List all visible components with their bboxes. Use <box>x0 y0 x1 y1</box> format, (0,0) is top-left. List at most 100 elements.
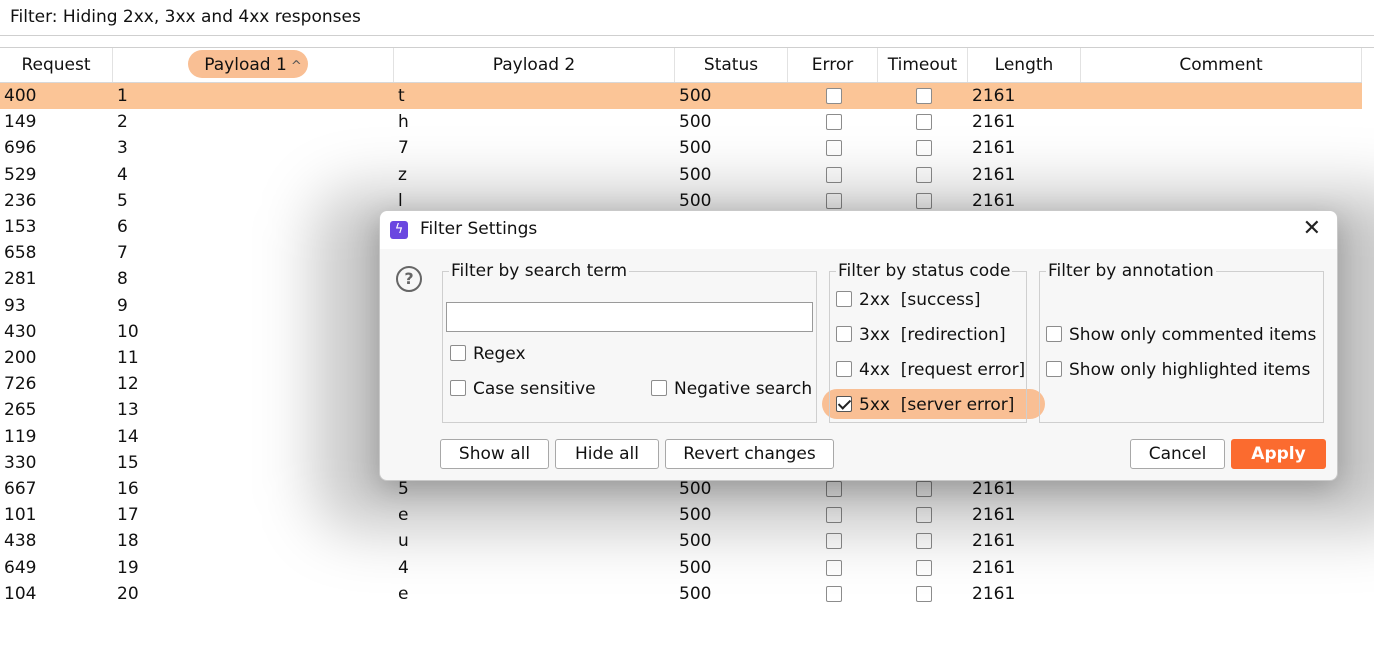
table-row[interactable]: 649 19 4 500 2161 <box>0 555 1362 581</box>
column-header-status[interactable]: Status <box>675 48 788 82</box>
column-header-comment[interactable]: Comment <box>1081 48 1362 82</box>
status-4xx-checkbox[interactable]: 4xx [request error] <box>836 360 1025 380</box>
checkbox-box[interactable] <box>651 380 667 396</box>
column-header-label: Status <box>703 55 759 75</box>
payload-2-cell: z <box>398 165 407 185</box>
negative-search-checkbox[interactable]: Negative search <box>651 379 812 399</box>
request-cell: 438 <box>4 531 37 551</box>
request-cell: 200 <box>4 348 37 368</box>
error-checkbox <box>826 88 842 104</box>
payload-2-cell: u <box>398 531 409 551</box>
request-cell: 400 <box>4 86 37 106</box>
table-row[interactable]: 438 18 u 500 2161 <box>0 528 1362 554</box>
search-term-legend: Filter by search term <box>449 261 630 281</box>
regex-checkbox[interactable]: Regex <box>450 344 526 364</box>
checkbox-box[interactable] <box>836 291 852 307</box>
filter-bar[interactable]: Filter: Hiding 2xx, 3xx and 4xx response… <box>0 0 1374 36</box>
table-row[interactable]: 104 20 e 500 2161 <box>0 581 1362 607</box>
request-cell: 529 <box>4 165 37 185</box>
payload-2-cell: 7 <box>398 138 409 158</box>
revert-changes-button[interactable]: Revert changes <box>665 439 834 469</box>
dialog-title: Filter Settings <box>420 219 538 239</box>
column-header-length[interactable]: Length <box>968 48 1081 82</box>
length-cell: 2161 <box>972 584 1016 604</box>
payload-1-cell: 5 <box>117 191 128 211</box>
error-checkbox <box>826 114 842 130</box>
checkbox-box[interactable] <box>450 380 466 396</box>
show-all-button[interactable]: Show all <box>440 439 549 469</box>
request-cell: 93 <box>4 296 26 316</box>
request-cell: 330 <box>4 453 37 473</box>
checkbox-box[interactable] <box>836 361 852 377</box>
request-cell: 649 <box>4 558 37 578</box>
payload-1-cell: 20 <box>117 584 139 604</box>
checkbox-box[interactable] <box>1046 361 1062 377</box>
payload-1-cell: 14 <box>117 427 139 447</box>
table-row[interactable]: 529 4 z 500 2161 <box>0 162 1362 188</box>
table-row[interactable]: 696 3 7 500 2161 <box>0 135 1362 161</box>
timeout-checkbox <box>916 140 932 156</box>
negative-search-label: Negative search <box>674 379 813 399</box>
column-header-label: Error <box>811 55 854 75</box>
timeout-checkbox <box>916 586 932 602</box>
payload-1-cell: 10 <box>117 322 139 342</box>
payload-1-cell: 12 <box>117 374 139 394</box>
status-cell: 500 <box>679 584 712 604</box>
payload-1-cell: 8 <box>117 269 128 289</box>
column-header-request[interactable]: Request <box>0 48 113 82</box>
column-header-payload-1[interactable]: Payload 1 ^ <box>113 48 394 82</box>
payload-1-cell: 13 <box>117 400 139 420</box>
checkbox-box[interactable] <box>836 396 852 412</box>
column-header-label: Comment <box>1179 55 1263 75</box>
length-cell: 2161 <box>972 86 1016 106</box>
checkbox-box[interactable] <box>450 345 466 361</box>
apply-button[interactable]: Apply <box>1231 439 1326 469</box>
column-header-payload-2[interactable]: Payload 2 <box>394 48 675 82</box>
payload-1-cell: 4 <box>117 165 128 185</box>
request-cell: 281 <box>4 269 37 289</box>
request-cell: 149 <box>4 112 37 132</box>
payload-1-cell: 11 <box>117 348 139 368</box>
highlighted-items-checkbox[interactable]: Show only highlighted items <box>1046 360 1310 380</box>
caret-up-icon: ^ <box>290 59 302 74</box>
request-cell: 119 <box>4 427 37 447</box>
status-code-legend: Filter by status code <box>836 261 1013 281</box>
search-term-input[interactable] <box>446 302 813 332</box>
case-sensitive-checkbox[interactable]: Case sensitive <box>450 379 596 399</box>
close-icon[interactable]: ✕ <box>1303 216 1321 241</box>
column-header-label: Payload 2 <box>492 55 576 75</box>
payload-1-cell: 7 <box>117 243 128 263</box>
status-3xx-checkbox[interactable]: 3xx [redirection] <box>836 325 1006 345</box>
status-5xx-checkbox[interactable]: 5xx [server error] <box>836 395 1014 415</box>
payload-1-cell: 17 <box>117 505 139 525</box>
status-2xx-checkbox[interactable]: 2xx [success] <box>836 290 981 310</box>
commented-items-checkbox[interactable]: Show only commented items <box>1046 325 1316 345</box>
table-row[interactable]: 400 1 t 500 2161 <box>0 83 1362 109</box>
payload-1-cell: 3 <box>117 138 128 158</box>
payload-1-cell: 19 <box>117 558 139 578</box>
filter-bar-text: Filter: Hiding 2xx, 3xx and 4xx response… <box>10 7 361 27</box>
table-row[interactable]: 149 2 h 500 2161 <box>0 109 1362 135</box>
request-cell: 696 <box>4 138 37 158</box>
request-cell: 726 <box>4 374 37 394</box>
checkbox-box[interactable] <box>1046 326 1062 342</box>
status-cell: 500 <box>679 531 712 551</box>
request-cell: 667 <box>4 479 37 499</box>
hide-all-button[interactable]: Hide all <box>555 439 659 469</box>
column-header-timeout[interactable]: Timeout <box>878 48 968 82</box>
length-cell: 2161 <box>972 112 1016 132</box>
checkbox-box[interactable] <box>836 326 852 342</box>
regex-label: Regex <box>473 344 526 364</box>
column-header-error[interactable]: Error <box>788 48 878 82</box>
burp-lightning-icon: ϟ <box>390 221 408 239</box>
request-cell: 236 <box>4 191 37 211</box>
request-cell: 430 <box>4 322 37 342</box>
payload-1-cell: 9 <box>117 296 128 316</box>
case-sensitive-label: Case sensitive <box>473 379 596 399</box>
length-cell: 2161 <box>972 138 1016 158</box>
status-cell: 500 <box>679 558 712 578</box>
cancel-button[interactable]: Cancel <box>1130 439 1225 469</box>
payload-1-cell: 2 <box>117 112 128 132</box>
help-icon[interactable]: ? <box>396 266 422 292</box>
payload-1-cell: 18 <box>117 531 139 551</box>
